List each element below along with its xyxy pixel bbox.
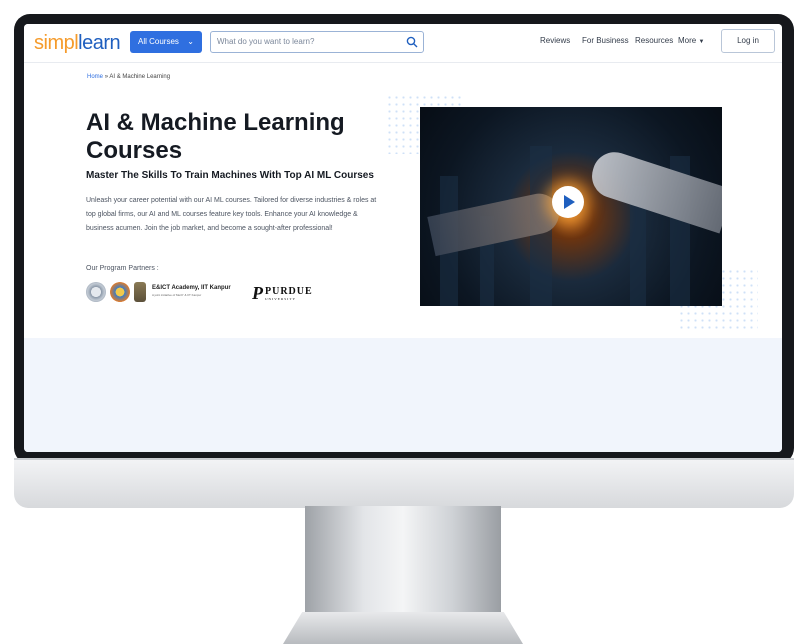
breadcrumb: Home » AI & Machine Learning <box>87 74 170 80</box>
purdue-university-logo: P PURDUE UNIVERSITY <box>252 283 313 304</box>
hero-description: Unleash your career potential with our A… <box>86 197 377 232</box>
eict-sub: A joint initiative of MeitY & IIT Kanpur <box>152 293 202 297</box>
page-subtitle: Master The Skills To Train Machines With… <box>86 170 374 181</box>
partners-label: Our Program Partners : <box>86 265 159 272</box>
breadcrumb-separator: » <box>104 74 109 80</box>
eict-academy-logo: E&ICT Academy, IIT Kanpur A joint initia… <box>152 285 231 297</box>
iit-logo <box>110 282 130 302</box>
nav-link-more[interactable]: More ▼ <box>678 36 704 45</box>
caret-down-icon: ▼ <box>698 39 705 45</box>
partner-logos: E&ICT Academy, IIT Kanpur A joint initia… <box>86 282 336 308</box>
university-word: UNIVERSITY <box>265 296 296 301</box>
government-seal-logo <box>86 282 106 302</box>
lower-section-background <box>24 338 782 452</box>
play-button[interactable] <box>552 186 584 218</box>
breadcrumb-current: AI & Machine Learning <box>109 74 171 80</box>
chevron-down-icon: ⌄ <box>187 37 194 46</box>
monitor-chin <box>14 458 794 508</box>
monitor-stand-neck <box>305 506 501 614</box>
search-icon[interactable] <box>406 36 418 48</box>
purdue-p-mark: P <box>252 283 263 303</box>
browser-viewport: simpllearn All Courses ⌄ What do you wan… <box>24 24 782 452</box>
search-placeholder: What do you want to learn? <box>217 37 315 46</box>
top-navbar: simpllearn All Courses ⌄ What do you wan… <box>24 24 782 63</box>
breadcrumb-home[interactable]: Home <box>87 74 103 80</box>
play-icon <box>564 195 575 209</box>
search-input[interactable]: What do you want to learn? <box>210 31 424 53</box>
login-button[interactable]: Log in <box>721 29 775 53</box>
eict-name: E&ICT Academy, IIT Kanpur <box>152 285 231 291</box>
emblem-logo <box>134 282 146 302</box>
robot-hand-image <box>586 146 722 234</box>
simplilearn-logo[interactable]: simpllearn <box>34 32 121 55</box>
monitor-stand-base <box>283 612 523 644</box>
all-courses-label: All Courses <box>138 37 179 46</box>
all-courses-button[interactable]: All Courses ⌄ <box>130 31 202 53</box>
page-title: AI & Machine Learning Courses <box>86 109 345 164</box>
purdue-word: PURDUE <box>265 285 313 297</box>
more-label: More <box>678 36 697 45</box>
nav-link-reviews[interactable]: Reviews <box>540 36 570 45</box>
nav-link-resources[interactable]: Resources <box>635 36 673 45</box>
hero-video-thumbnail[interactable] <box>420 107 722 306</box>
nav-link-for-business[interactable]: For Business <box>582 36 629 45</box>
